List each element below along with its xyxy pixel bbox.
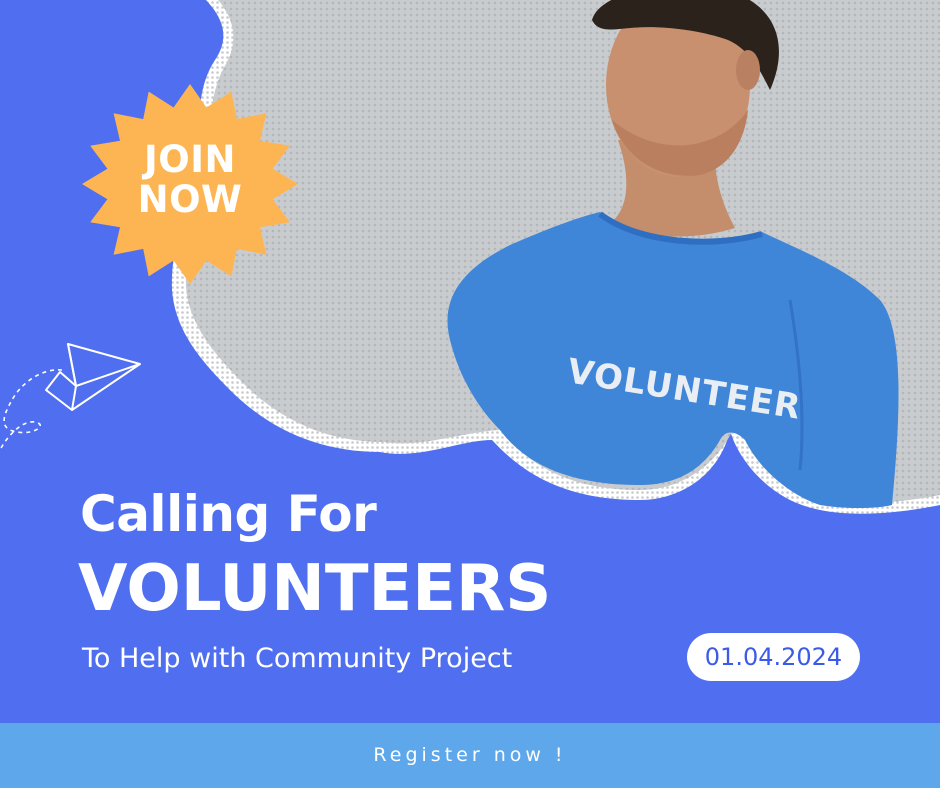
join-now-line1: JOIN <box>144 138 236 181</box>
event-date-badge: 01.04.2024 <box>687 633 860 681</box>
volunteer-poster: VOLUNTEER JOIN NOW Calling For VOLUNTEER… <box>0 0 940 788</box>
headline-calling-for: Calling For <box>80 485 377 543</box>
headline-subtitle: To Help with Community Project <box>82 643 513 674</box>
headline-volunteers: VOLUNTEERS <box>78 552 552 626</box>
paper-plane-icon <box>0 343 141 451</box>
volunteer-ear <box>736 50 760 90</box>
register-now-label: Register now ! <box>373 744 567 766</box>
join-now-label[interactable]: JOIN NOW <box>74 140 306 220</box>
join-now-line2: NOW <box>137 178 243 221</box>
register-bar[interactable]: Register now ! <box>0 723 940 788</box>
